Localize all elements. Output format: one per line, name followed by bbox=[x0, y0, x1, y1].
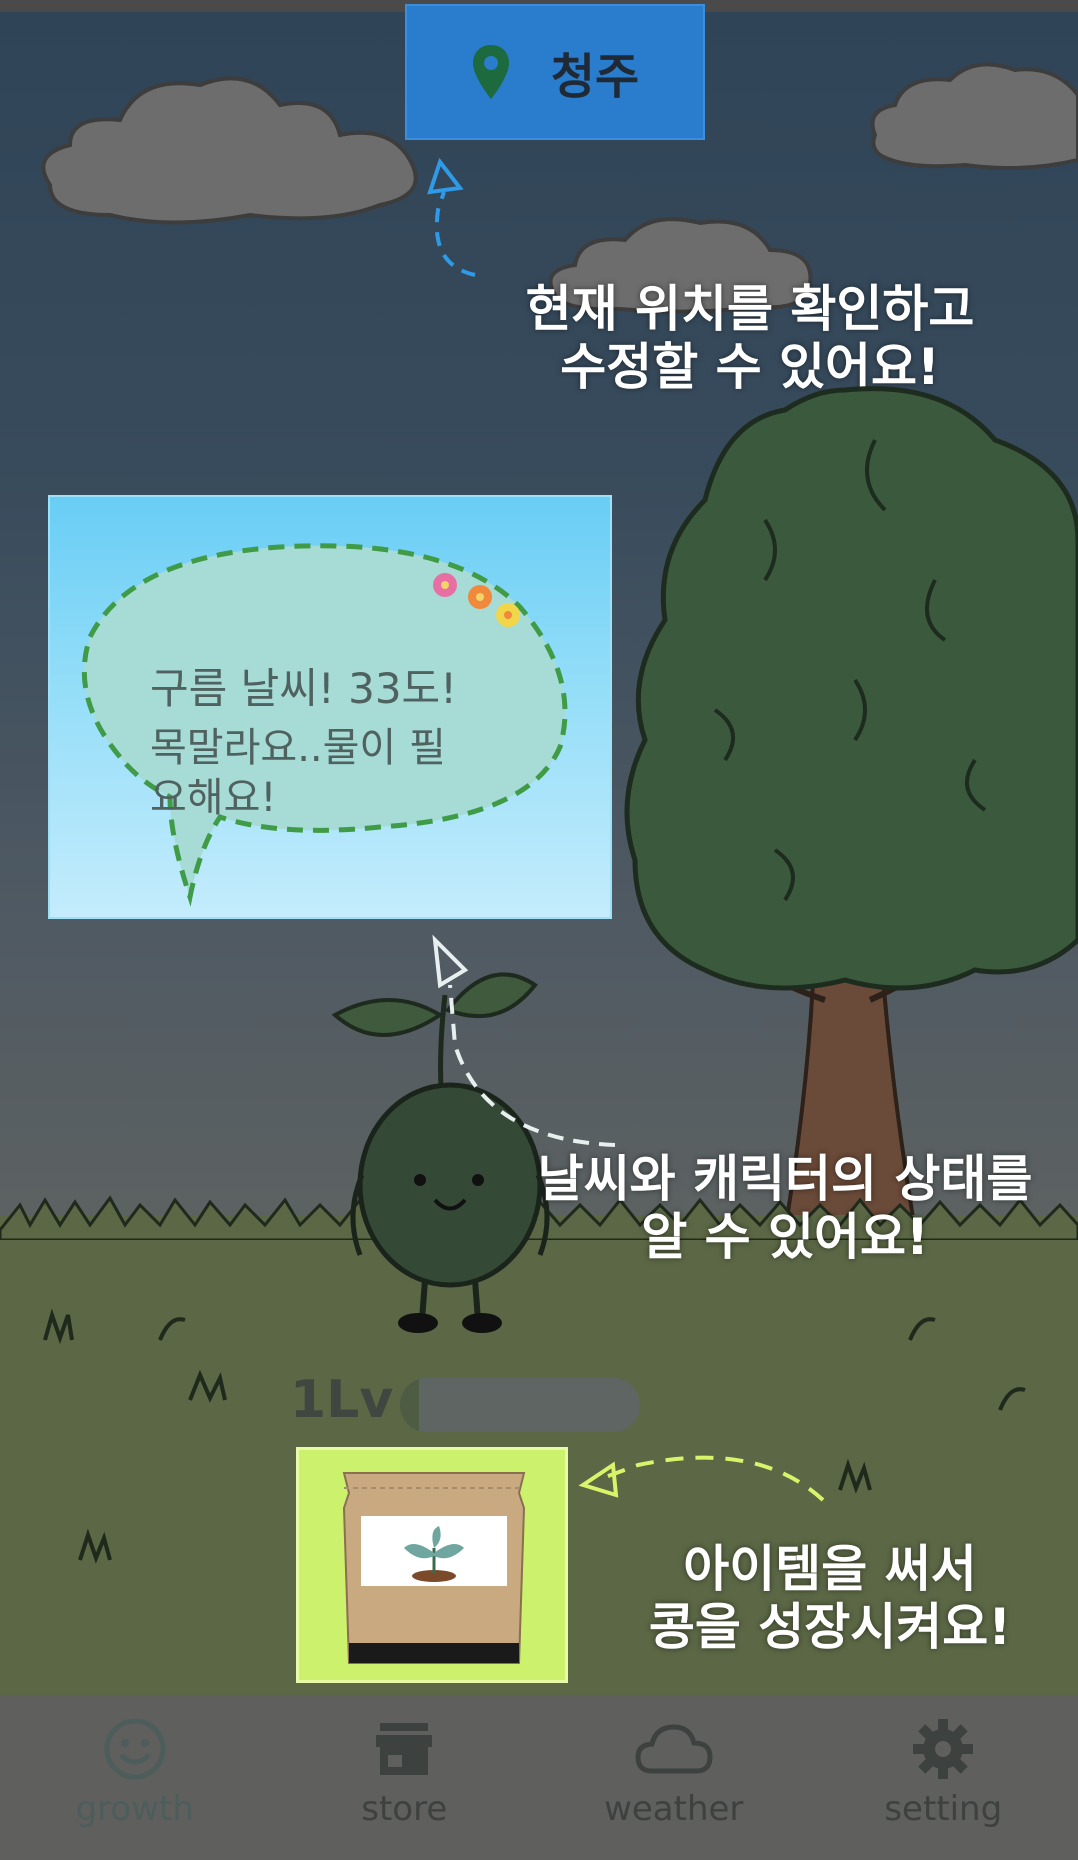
level-progress-fill bbox=[400, 1378, 420, 1432]
nav-setting-label: setting bbox=[884, 1789, 1003, 1829]
status-hint: 날씨와 캐릭터의 상태를 알 수 있어요! bbox=[480, 1150, 1078, 1266]
cloud-left bbox=[41, 76, 418, 225]
location-hint-line1: 현재 위치를 확인하고 bbox=[525, 280, 975, 338]
gear-icon bbox=[913, 1719, 974, 1779]
status-hint-arrow bbox=[432, 935, 616, 1147]
nav-weather[interactable]: weather bbox=[539, 1695, 809, 1860]
map-pin-icon bbox=[472, 45, 509, 99]
location-hint: 현재 위치를 확인하고 수정할 수 있어요! bbox=[480, 280, 1020, 396]
seed-bag-icon bbox=[342, 1472, 526, 1664]
store-icon bbox=[376, 1723, 433, 1775]
item-hint: 아이템을 써서 콩을 성장시켜요! bbox=[600, 1540, 1060, 1656]
nav-growth-label: growth bbox=[75, 1789, 194, 1829]
status-hint-line1: 날씨와 캐릭터의 상태를 bbox=[537, 1150, 1033, 1208]
location-button[interactable]: 청주 bbox=[405, 4, 705, 140]
location-hint-arrow bbox=[427, 157, 476, 277]
nav-setting[interactable]: setting bbox=[809, 1695, 1078, 1860]
level-label: 1Lv bbox=[290, 1370, 394, 1430]
character-need-text: 목말라요..물이 필요해요! bbox=[150, 725, 446, 821]
nav-weather-label: weather bbox=[604, 1789, 744, 1829]
nav-growth[interactable]: growth bbox=[0, 1695, 270, 1860]
status-hint-line2: 알 수 있어요! bbox=[641, 1208, 929, 1266]
smiley-icon bbox=[104, 1718, 166, 1780]
level-progress-bar bbox=[400, 1378, 640, 1432]
cloud-icon bbox=[635, 1724, 713, 1774]
tree-illustration bbox=[624, 386, 1078, 1230]
nav-store[interactable]: store bbox=[270, 1695, 540, 1860]
cloud-right bbox=[870, 62, 1078, 170]
location-name: 청주 bbox=[550, 49, 640, 105]
weather-status-text: 구름 날씨! 33도! bbox=[150, 664, 458, 713]
item-hint-line1: 아이템을 써서 bbox=[683, 1540, 977, 1598]
item-hint-arrow bbox=[578, 1455, 825, 1502]
main-scene: 청주 현재 위치를 확인하고 수정할 수 있어요! 구름 날씨! 33도! 목말… bbox=[0, 0, 1078, 1860]
bottom-nav: growth store weather setting bbox=[0, 1695, 1078, 1860]
item-hint-line2: 콩을 성장시켜요! bbox=[648, 1598, 1012, 1656]
item-slot-button[interactable] bbox=[296, 1447, 568, 1683]
nav-store-label: store bbox=[361, 1789, 448, 1829]
